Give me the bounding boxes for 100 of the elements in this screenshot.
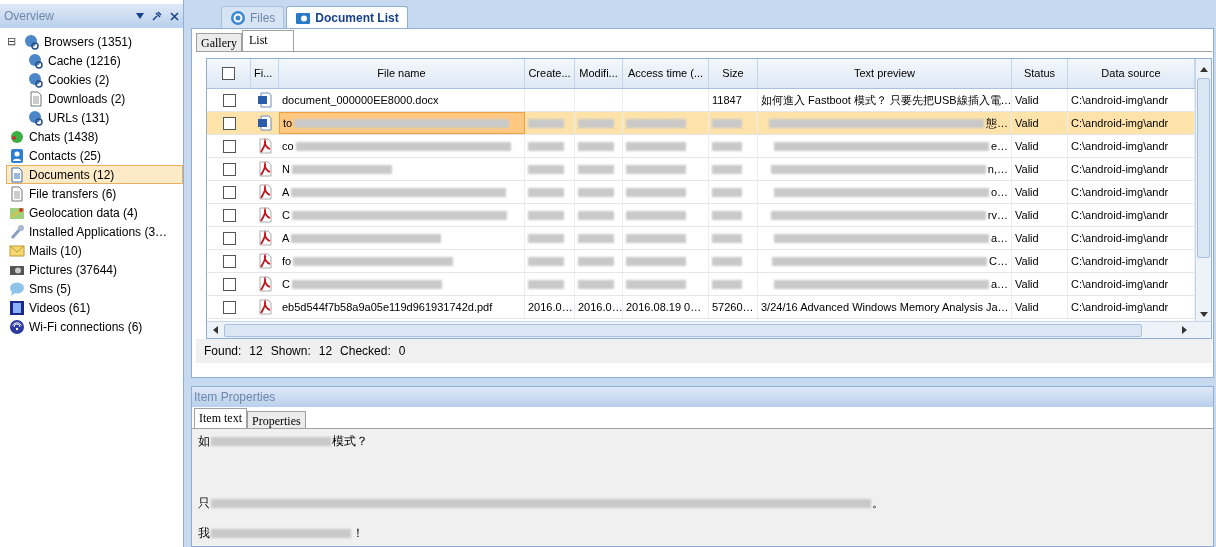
tree-item[interactable]: ⊟ Browsers (1351) — [6, 32, 183, 51]
tree-item[interactable]: Documents (12) — [6, 165, 183, 184]
tree-item[interactable]: Chats (1438) — [6, 127, 183, 146]
redacted-text — [528, 164, 564, 174]
tree-item[interactable]: Contacts (25) — [6, 146, 183, 165]
globe-icon — [24, 33, 40, 50]
table-row[interactable]: co e… Valid C:\android-img\andr — [207, 135, 1195, 158]
pdf-file-icon — [257, 207, 273, 223]
view-tab[interactable]: Gallery — [196, 33, 242, 51]
table-cell: 態… — [758, 112, 1012, 134]
word-file-icon — [257, 92, 273, 108]
table-cell: a… — [758, 273, 1012, 295]
redacted-text — [578, 256, 614, 266]
column-header[interactable]: File name — [279, 59, 525, 88]
table-row[interactable]: eb5d544f7b58a9a05e119d961931742d.pdf 2016.0… 2016.0… 2016.08.19 0… 57260… 3/24/16 Advanced Windows Memory Analysis Ja… Valid C:\android-img\andr — [207, 296, 1195, 319]
column-header[interactable]: Status — [1012, 59, 1068, 88]
count-label: Checked: — [340, 343, 391, 360]
properties-tab[interactable]: Item text — [194, 408, 247, 428]
contact-icon — [9, 147, 25, 164]
tree-item[interactable]: Videos (61) — [6, 298, 183, 317]
table-row[interactable]: document_000000EE8000.docx 11847 如何進入 Fastboot 模式？ 只要先把USB線插入電… Valid C:\android-img\andr — [207, 89, 1195, 112]
table-cell: Valid — [1012, 158, 1068, 180]
table-cell: C — [279, 273, 525, 295]
column-header[interactable]: Create... — [525, 59, 575, 88]
tree-item[interactable]: Downloads (2) — [25, 89, 183, 108]
table-row[interactable]: N n,… Valid C:\android-img\andr — [207, 158, 1195, 181]
up-arrow-icon[interactable] — [1199, 67, 1208, 72]
document-tab[interactable]: Document List — [286, 6, 408, 28]
redacted-text — [528, 210, 564, 220]
pin-icon[interactable] — [152, 11, 162, 21]
table-cell: Valid — [1012, 89, 1068, 111]
column-header[interactable]: Fi... — [251, 59, 279, 88]
redacted-text — [712, 256, 742, 266]
pdf-file-icon — [257, 253, 273, 269]
tree-item[interactable]: Pictures (37644) — [6, 260, 183, 279]
properties-tab[interactable]: Properties — [247, 411, 306, 428]
table-row[interactable]: C a… Valid C:\android-img\andr — [207, 273, 1195, 296]
down-arrow-icon[interactable] — [1199, 312, 1208, 317]
table-row[interactable]: to 態… Valid C:\android-img\andr — [207, 112, 1195, 135]
table-cell: Valid — [1012, 250, 1068, 272]
row-checkbox[interactable] — [222, 116, 236, 130]
column-header[interactable]: Size — [709, 59, 758, 88]
close-icon[interactable] — [170, 11, 179, 21]
column-header[interactable]: Modifi... — [575, 59, 623, 88]
globe-icon — [28, 52, 44, 69]
right-arrow-icon[interactable] — [1182, 326, 1187, 334]
row-checkbox[interactable] — [222, 185, 236, 199]
tree-item[interactable]: URLs (131) — [25, 108, 183, 127]
row-checkbox[interactable] — [222, 254, 236, 268]
redacted-text — [626, 256, 686, 266]
redacted-text — [712, 141, 742, 151]
table-cell: Valid — [1012, 204, 1068, 226]
redacted-text — [626, 118, 686, 128]
film-icon — [9, 299, 25, 316]
row-checkbox[interactable] — [222, 300, 236, 314]
count-value: 12 — [249, 343, 263, 360]
row-checkbox[interactable] — [222, 231, 236, 245]
table-cell: C — [279, 204, 525, 226]
redacted-text — [578, 210, 614, 220]
tree-item[interactable]: Installed Applications (3… — [6, 222, 183, 241]
tree-item[interactable]: Geolocation data (4) — [6, 203, 183, 222]
left-arrow-icon[interactable] — [213, 326, 218, 334]
row-checkbox[interactable] — [222, 208, 236, 222]
tree-item[interactable]: Cookies (2) — [25, 70, 183, 89]
table-cell: Valid — [1012, 181, 1068, 203]
table-cell: 如何進入 Fastboot 模式？ 只要先把USB線插入電… — [758, 89, 1012, 111]
select-all-checkbox[interactable] — [222, 67, 235, 80]
tree-item[interactable]: Mails (10) — [6, 241, 183, 260]
row-checkbox[interactable] — [222, 162, 236, 176]
view-tab[interactable]: List — [242, 30, 294, 51]
column-header[interactable]: Text preview — [758, 59, 1012, 88]
row-checkbox[interactable] — [222, 93, 236, 107]
pdf-file-icon — [257, 230, 273, 246]
row-checkbox[interactable] — [222, 139, 236, 153]
tree-item[interactable]: File transfers (6) — [6, 184, 183, 203]
redacted-text — [528, 279, 564, 289]
table-row[interactable]: A o… Valid C:\android-img\andr — [207, 181, 1195, 204]
table-cell: 2016.0… — [575, 296, 623, 318]
table-cell: 2016.08.19 0… — [623, 296, 709, 318]
table-row[interactable]: fo C… Valid C:\android-img\andr — [207, 250, 1195, 273]
table-cell: a… — [758, 227, 1012, 249]
collapse-toggle[interactable]: ⊟ — [7, 36, 18, 47]
vertical-scrollbar[interactable] — [1195, 59, 1211, 321]
tree-item[interactable]: Cache (1216) — [25, 51, 183, 70]
table-cell: e… — [758, 135, 1012, 157]
redacted-text — [528, 256, 564, 266]
tree-item[interactable]: Sms (5) — [6, 279, 183, 298]
row-checkbox[interactable] — [222, 277, 236, 291]
pdf-file-icon — [257, 184, 273, 200]
chat-icon — [9, 128, 25, 145]
dropdown-icon[interactable] — [136, 13, 144, 19]
redacted-text — [712, 210, 742, 220]
table-row[interactable]: A a… Valid C:\android-img\andr — [207, 227, 1195, 250]
table-cell: co — [279, 135, 525, 157]
tree-item[interactable]: Wi-Fi connections (6) — [6, 317, 183, 336]
horizontal-scrollbar[interactable] — [207, 321, 1211, 338]
column-header[interactable]: Access time (... — [623, 59, 709, 88]
redacted-text — [626, 164, 686, 174]
redacted-text — [578, 279, 614, 289]
table-row[interactable]: C rv… Valid C:\android-img\andr — [207, 204, 1195, 227]
